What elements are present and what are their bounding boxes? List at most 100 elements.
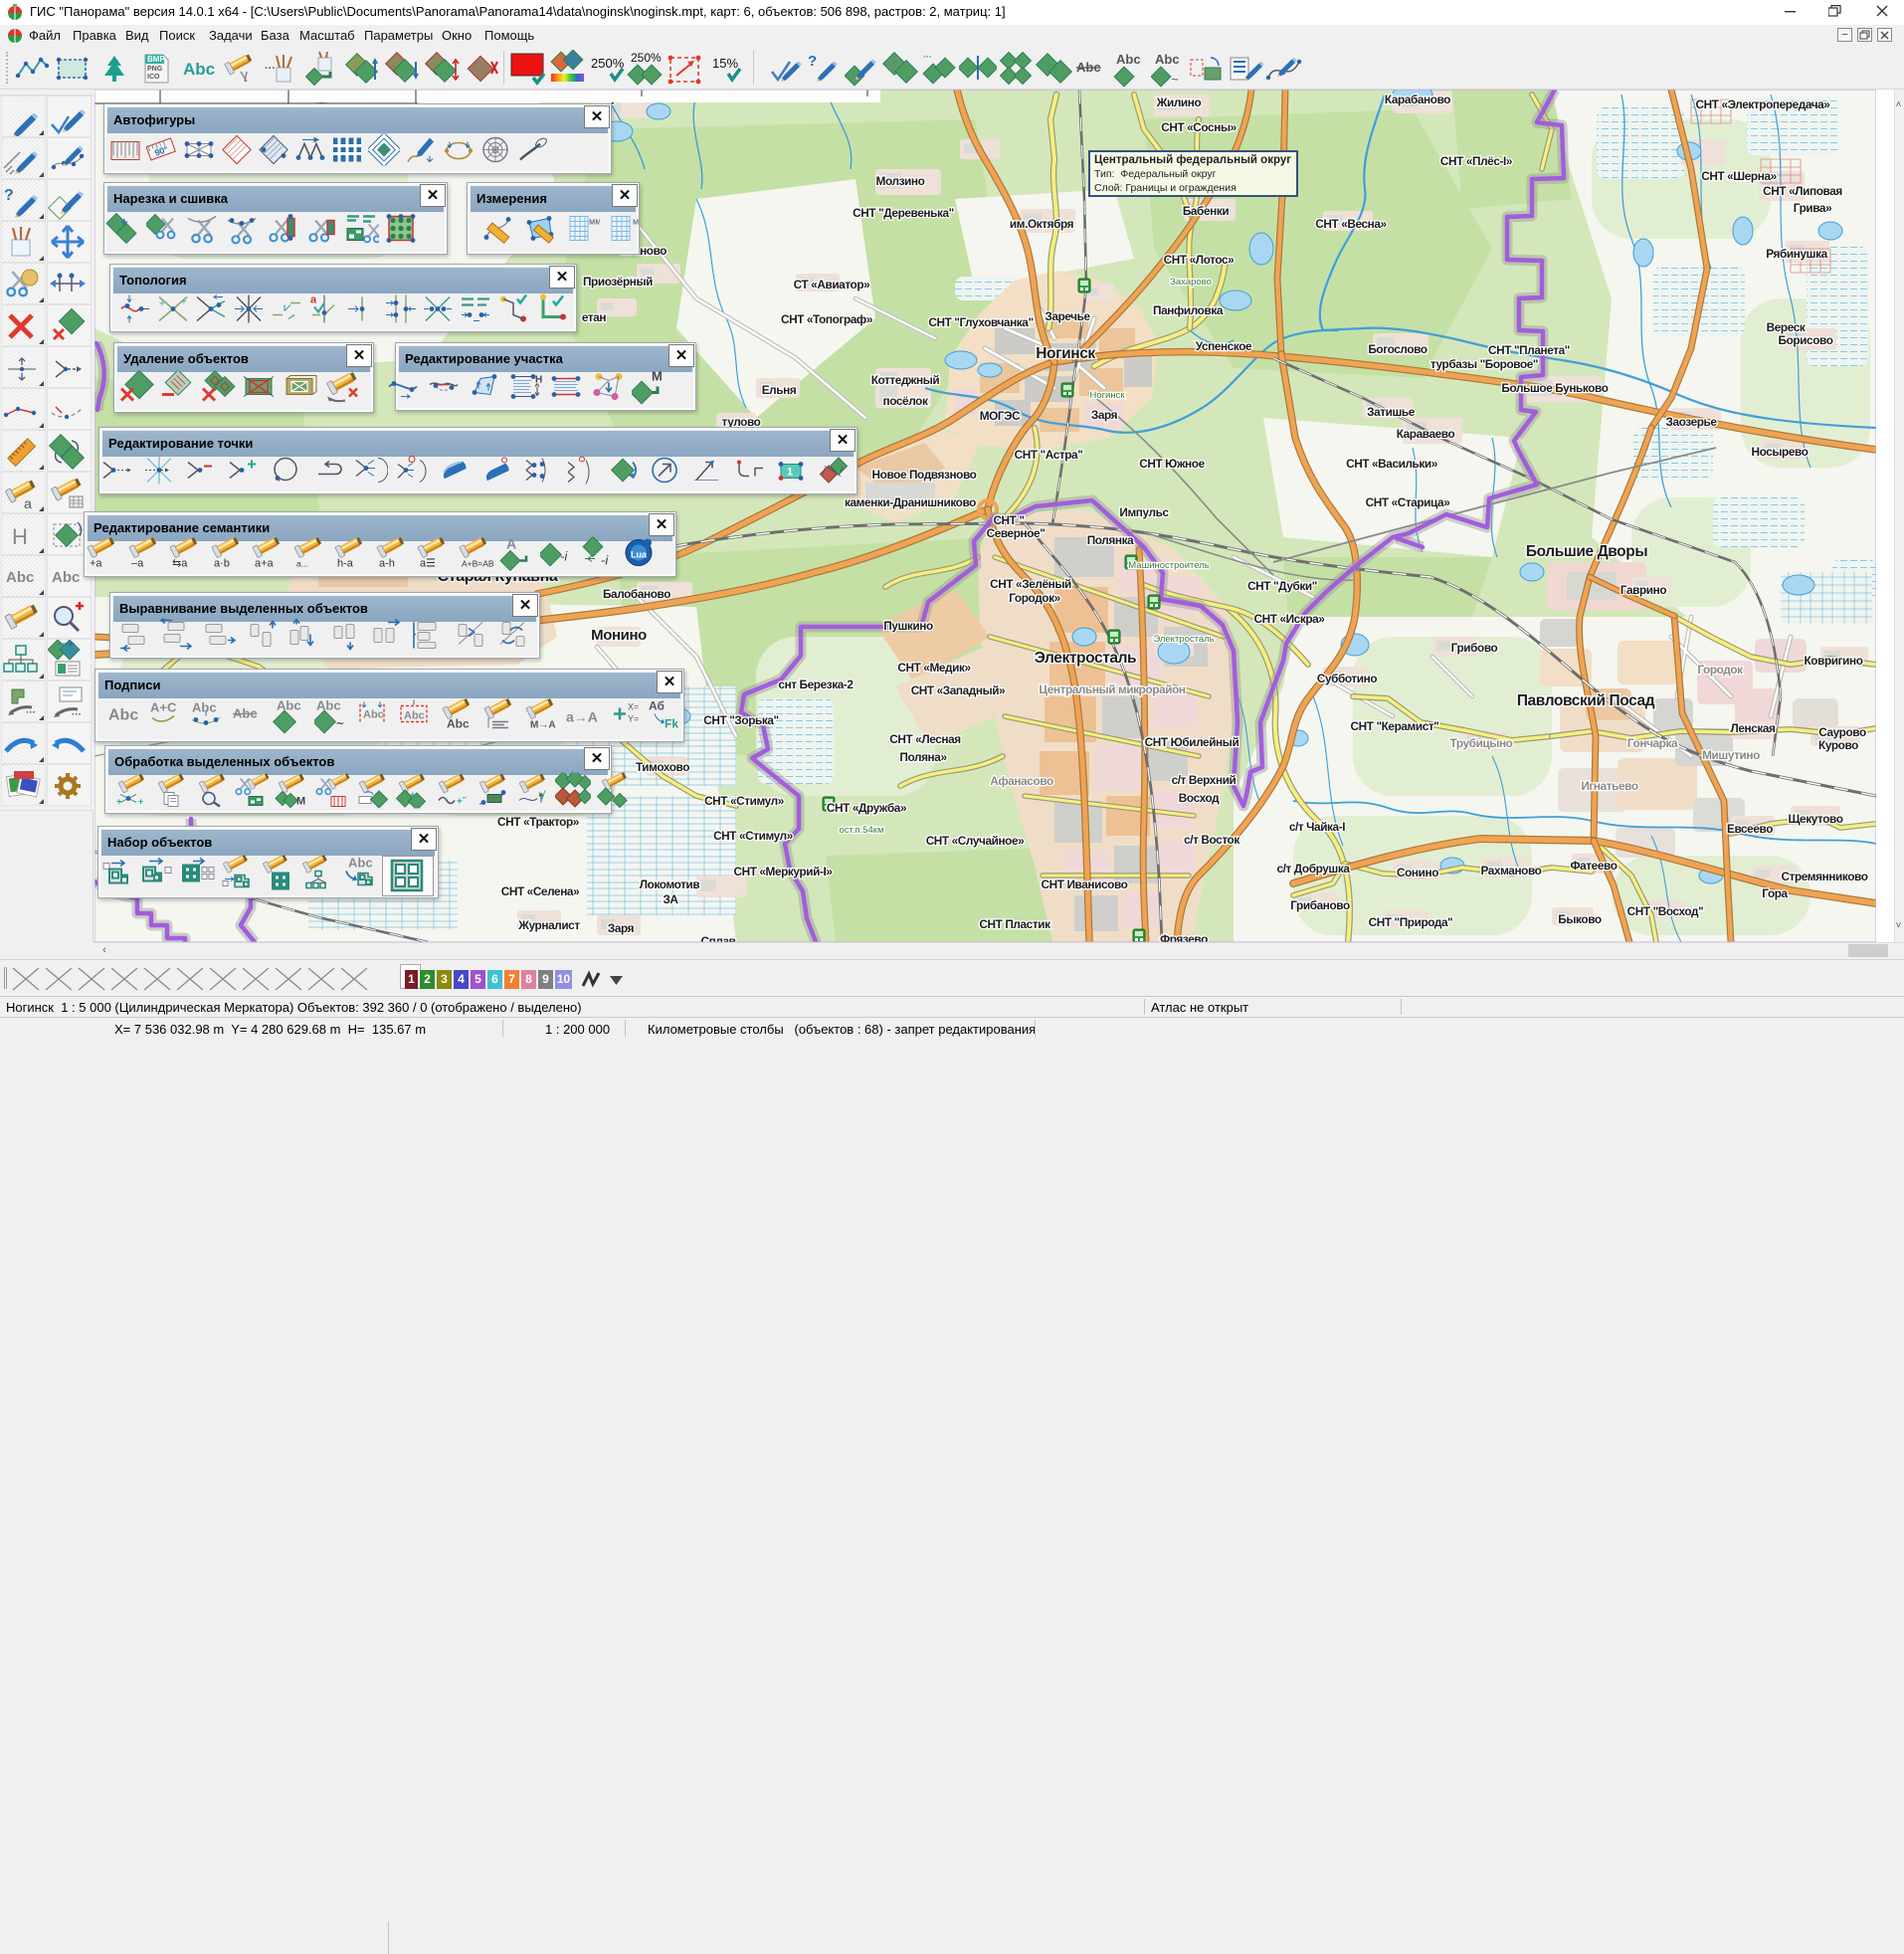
svg-text:250%: 250% xyxy=(591,56,625,71)
svg-text:Заречье: Заречье xyxy=(1045,309,1090,323)
svg-text:Сплав: Сплав xyxy=(701,934,736,942)
svg-text:СНТ «Искра»: СНТ «Искра» xyxy=(1254,612,1326,626)
svg-text:Северное": Северное" xyxy=(987,526,1046,540)
svg-text:+: + xyxy=(181,296,187,307)
svg-text:Трубицыно: Трубицыно xyxy=(1450,736,1513,750)
svg-text:15%: 15% xyxy=(712,56,738,71)
svg-text:Abc: Abc xyxy=(233,706,258,721)
svg-text:Игнатьево: Игнатьево xyxy=(1581,779,1638,793)
svg-text:H: H xyxy=(535,374,542,385)
svg-text:Жилино: Жилино xyxy=(1156,96,1202,109)
svg-text:Большое Буньково: Большое Буньково xyxy=(1501,381,1608,395)
svg-text:h-a: h-a xyxy=(337,558,354,570)
svg-text:~: ~ xyxy=(336,716,344,731)
svg-text:Электросталь: Электросталь xyxy=(1035,650,1136,667)
svg-text:Панфиловка: Панфиловка xyxy=(1153,303,1224,317)
svg-text:Журналист: Журналист xyxy=(517,918,580,932)
svg-text:PNG: PNG xyxy=(147,66,163,73)
svg-text:Щекутово: Щекутово xyxy=(1788,812,1842,826)
svg-text:Abc: Abc xyxy=(363,709,384,721)
svg-text:СНТ ": СНТ " xyxy=(993,513,1024,527)
svg-text:-i: -i xyxy=(560,549,568,564)
svg-text:a...: a... xyxy=(296,559,308,569)
svg-text:СНТ Иванисово: СНТ Иванисово xyxy=(1042,878,1128,891)
svg-text:Большие Дворы: Большие Дворы xyxy=(1526,543,1647,560)
svg-text:ЗА: ЗА xyxy=(663,892,678,906)
svg-text:СНТ "Дубки": СНТ "Дубки" xyxy=(1247,579,1317,593)
svg-text:Городок»: Городок» xyxy=(1009,591,1060,605)
svg-text:X=: X= xyxy=(628,702,639,712)
svg-text:Заозерье: Заозерье xyxy=(1665,415,1717,429)
svg-text:СНТ "Восход": СНТ "Восход" xyxy=(1627,904,1704,918)
svg-text:Фрязево: Фрязево xyxy=(1160,932,1208,942)
svg-text:Abc: Abc xyxy=(404,710,425,722)
svg-text:Коттеджный: Коттеджный xyxy=(871,373,940,387)
svg-text:M: M xyxy=(296,795,305,807)
svg-text:каменки-Дранишниково: каменки-Дранишниково xyxy=(845,495,976,509)
svg-text:Пушкино: Пушкино xyxy=(883,619,933,633)
svg-text:M→A: M→A xyxy=(530,720,556,731)
svg-text:H: H xyxy=(12,524,28,549)
svg-text:Вереск: Вереск xyxy=(1767,320,1806,334)
svg-text:Балобаново: Балобаново xyxy=(603,587,670,601)
svg-text:Abc: Abc xyxy=(1116,52,1141,67)
svg-text:СНТ «Западный»: СНТ «Западный» xyxy=(911,684,1006,697)
svg-text:+a: +a xyxy=(90,558,102,570)
svg-text:Фатеево: Фатеево xyxy=(1570,859,1617,873)
svg-text:Бабенки: Бабенки xyxy=(1183,204,1230,218)
svg-text:?: ? xyxy=(4,187,14,204)
svg-text:СНТ «Меркурий-I»: СНТ «Меркурий-I» xyxy=(733,865,833,879)
svg-text:⇆a: ⇆a xyxy=(172,558,188,570)
svg-text:СНТ "Природа": СНТ "Природа" xyxy=(1369,915,1453,929)
svg-text:Гаврино: Гаврино xyxy=(1620,583,1667,597)
svg-text:BMP: BMP xyxy=(147,55,165,64)
svg-text:СНТ «Медик»: СНТ «Медик» xyxy=(897,661,971,675)
svg-text:Караваево: Караваево xyxy=(1397,427,1455,441)
svg-text:Abc: Abc xyxy=(447,717,470,731)
svg-text:Приозёрный: Приозёрный xyxy=(583,275,653,289)
svg-text:250%: 250% xyxy=(631,51,662,65)
svg-text:+: + xyxy=(116,796,121,806)
svg-text:СНТ "Глуховчанка": СНТ "Глуховчанка" xyxy=(928,315,1033,329)
svg-text:СНТ «Лотос»: СНТ «Лотос» xyxy=(1164,253,1236,267)
svg-text:СНТ "Астра": СНТ "Астра" xyxy=(1015,448,1083,462)
svg-text:Ногинск: Ногинск xyxy=(1089,390,1125,401)
svg-text:-i: -i xyxy=(601,553,609,568)
svg-text:Грибаново: Грибаново xyxy=(1290,898,1350,912)
svg-text:Молзино: Молзино xyxy=(876,174,925,188)
svg-text:Ковригино: Ковригино xyxy=(1804,654,1862,668)
svg-text:СНТ «Трактор»: СНТ «Трактор» xyxy=(497,815,580,829)
svg-text:Затишье: Затишье xyxy=(1367,405,1416,419)
svg-text:Гора: Гора xyxy=(1762,886,1788,900)
svg-text:···: ··· xyxy=(26,707,36,718)
svg-text:Новое Подвязново: Новое Подвязново xyxy=(872,468,977,482)
svg-text:Машиностроитель: Машиностроитель xyxy=(1128,560,1209,571)
svg-text:СНТ "Планета": СНТ "Планета" xyxy=(1488,343,1570,357)
svg-text:СНТ Юбилейный: СНТ Юбилейный xyxy=(1145,735,1239,749)
svg-text:Монино: Монино xyxy=(591,627,647,644)
svg-text:СНТ «Сосны»: СНТ «Сосны» xyxy=(1161,120,1237,134)
svg-text:~: ~ xyxy=(1171,72,1179,87)
svg-text:Афанасово: Афанасово xyxy=(990,774,1053,788)
svg-text:снт Березка-2: снт Березка-2 xyxy=(778,678,854,691)
svg-text:с/т Добрушка: с/т Добрушка xyxy=(1276,862,1350,876)
svg-text:Рябинушка: Рябинушка xyxy=(1766,247,1827,261)
svg-text:турбазы "Боровое": турбазы "Боровое" xyxy=(1430,357,1538,371)
svg-text:Сонино: Сонино xyxy=(1397,866,1438,879)
svg-text:+: + xyxy=(410,790,416,801)
svg-text:с/т Восток: с/т Восток xyxy=(1184,833,1239,847)
svg-text:СНТ «Стимул»: СНТ «Стимул» xyxy=(704,794,785,808)
svg-text:Локомотив: Локомотив xyxy=(640,878,700,891)
svg-text:СНТ «Старица»: СНТ «Старица» xyxy=(1366,495,1451,509)
svg-text:Грива»: Грива» xyxy=(1794,201,1832,215)
svg-text:ост.п.54км: ост.п.54км xyxy=(839,825,883,836)
svg-text:МОГЭС: МОГЭС xyxy=(980,409,1021,423)
svg-text:посёлок: посёлок xyxy=(883,394,928,408)
svg-text:м: м xyxy=(633,216,639,226)
svg-text:Рахманово: Рахманово xyxy=(1480,864,1541,878)
svg-text:Евсеево: Евсеево xyxy=(1727,822,1773,836)
svg-text:СНТ «Селена»: СНТ «Селена» xyxy=(501,884,580,898)
svg-text:a→A: a→A xyxy=(566,709,598,725)
svg-text:Захарово: Захарово xyxy=(1170,277,1212,288)
svg-text:?: ? xyxy=(808,53,817,70)
